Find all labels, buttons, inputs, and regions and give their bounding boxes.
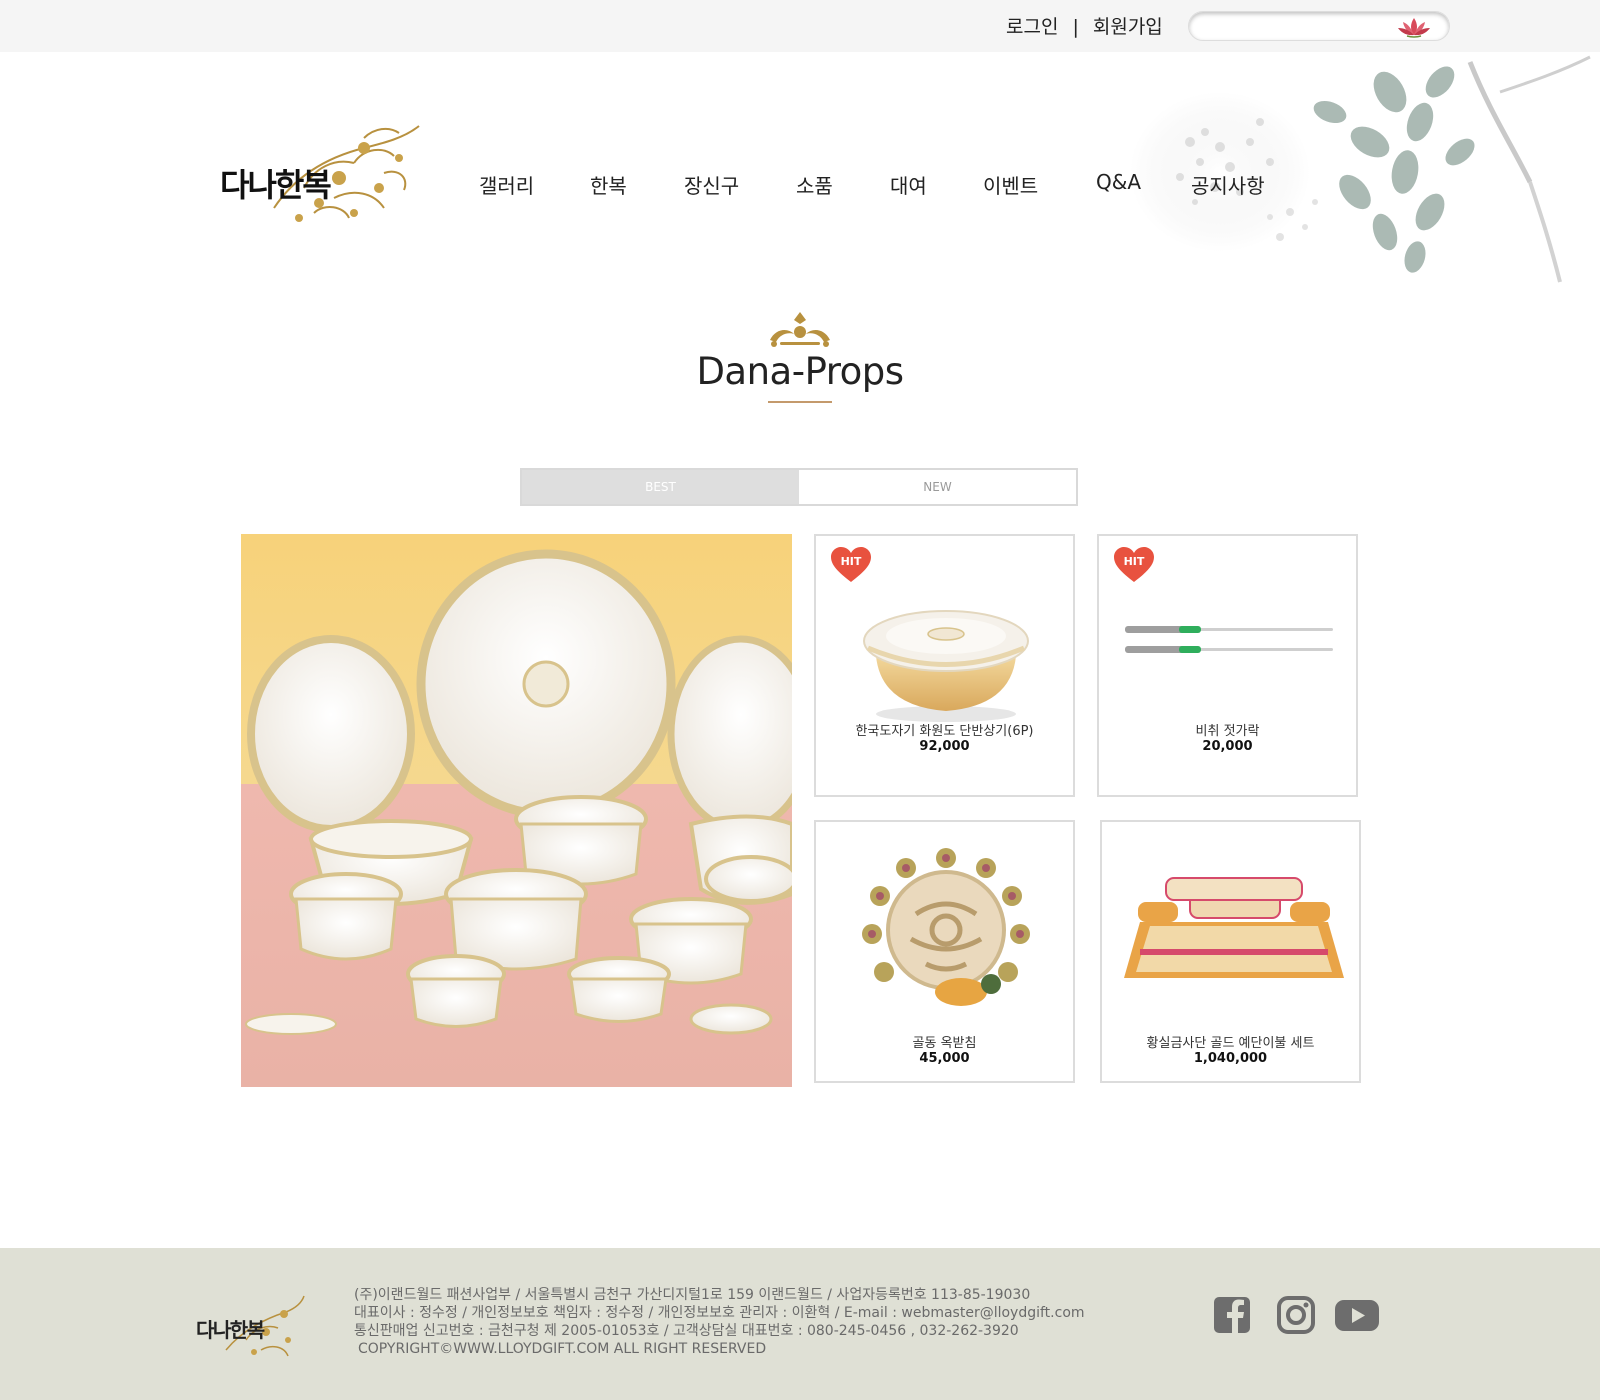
chopsticks-icon xyxy=(1125,626,1333,653)
nav-item-props[interactable]: 소품 xyxy=(796,170,833,199)
product-price: 20,000 xyxy=(1202,739,1253,754)
company-info-line: 통신판매업 신고번호 : 금천구청 제 2005-01053호 / 고객상담실 … xyxy=(354,1323,1019,1339)
instagram-icon[interactable] xyxy=(1276,1295,1316,1335)
nav-item-hanbok[interactable]: 한복 xyxy=(590,170,627,199)
product-tabs: BEST NEW xyxy=(520,468,1078,506)
search-box xyxy=(1188,11,1450,41)
signup-link[interactable]: 회원가입 xyxy=(1093,16,1163,38)
product-price: 45,000 xyxy=(919,1051,970,1066)
hit-badge: HIT xyxy=(1113,546,1155,584)
company-info-line: (주)이랜드월드 패션사업부 / 서울특별시 금천구 가산디지털1로 159 이… xyxy=(354,1287,1031,1303)
product-name: 황실금사단 골드 예단이불 세트 xyxy=(1146,1036,1315,1051)
nav-item-qna[interactable]: Q&A xyxy=(1096,170,1141,194)
site-footer: 다나한복 (주)이랜드월드 패션사업부 / 서울특별시 금천구 가산디지털1로 … xyxy=(0,1248,1600,1400)
main-navigation: 갤러리 한복 장신구 소품 대여 이벤트 Q&A 공지사항 xyxy=(0,170,1600,200)
product-card-bansang[interactable]: HIT 한국도자기 화원도 단반상기(6P) 92,000 xyxy=(814,534,1075,797)
product-card-bedding-set[interactable]: 황실금사단 골드 예단이불 세트 1,040,000 xyxy=(1100,820,1361,1083)
login-link[interactable]: 로그인 xyxy=(1006,16,1058,38)
account-links: 로그인 | 회원가입 xyxy=(1006,12,1163,39)
link-separator: | xyxy=(1072,16,1079,38)
footer-logo[interactable]: 다나한복 xyxy=(196,1292,306,1362)
section-title: Dana-Props xyxy=(696,350,904,393)
copyright: COPYRIGHT©WWW.LLOYDGIFT.COM ALL RIGHT RE… xyxy=(358,1341,767,1357)
hit-label: HIT xyxy=(1123,555,1145,568)
search-input[interactable] xyxy=(1203,17,1403,37)
product-price: 92,000 xyxy=(919,739,970,754)
title-ornament-icon xyxy=(770,312,830,347)
tab-new[interactable]: NEW xyxy=(799,470,1076,504)
title-underline xyxy=(768,401,832,403)
featured-tableware-image[interactable] xyxy=(241,534,792,1087)
company-info-line: 대표이사 : 정수정 / 개인정보보호 책임자 : 정수정 / 개인정보보호 관… xyxy=(354,1305,1085,1321)
hit-label: HIT xyxy=(840,555,862,568)
tab-best[interactable]: BEST xyxy=(522,470,799,504)
product-card-chopsticks[interactable]: HIT 비취 젓가락 20,000 xyxy=(1097,534,1358,797)
product-card-jade-stand[interactable]: 골동 옥받침 45,000 xyxy=(814,820,1075,1083)
top-utility-bar: 로그인 | 회원가입 xyxy=(0,0,1600,52)
lotus-search-icon[interactable] xyxy=(1397,16,1431,38)
company-info: (주)이랜드월드 패션사업부 / 서울특별시 금천구 가산디지털1로 159 이… xyxy=(354,1286,1085,1358)
bedding-set-icon xyxy=(1124,877,1344,978)
nav-item-rental[interactable]: 대여 xyxy=(890,170,927,199)
product-name: 골동 옥받침 xyxy=(912,1036,977,1051)
product-name: 비취 젓가락 xyxy=(1195,724,1260,739)
youtube-icon[interactable] xyxy=(1334,1295,1380,1335)
product-price: 1,040,000 xyxy=(1193,1051,1268,1066)
nav-item-event[interactable]: 이벤트 xyxy=(983,170,1038,199)
nav-item-accessories[interactable]: 장신구 xyxy=(684,170,739,199)
nav-item-gallery[interactable]: 갤러리 xyxy=(479,170,534,199)
lidded-bowl-icon xyxy=(863,610,1029,722)
jade-ornament-icon xyxy=(862,848,1030,1006)
product-name: 한국도자기 화원도 단반상기(6P) xyxy=(855,724,1034,739)
facebook-icon[interactable] xyxy=(1212,1295,1252,1335)
footer-logo-text: 다나한복 xyxy=(196,1318,265,1342)
nav-item-notice[interactable]: 공지사항 xyxy=(1191,170,1265,199)
hit-badge: HIT xyxy=(830,546,872,584)
